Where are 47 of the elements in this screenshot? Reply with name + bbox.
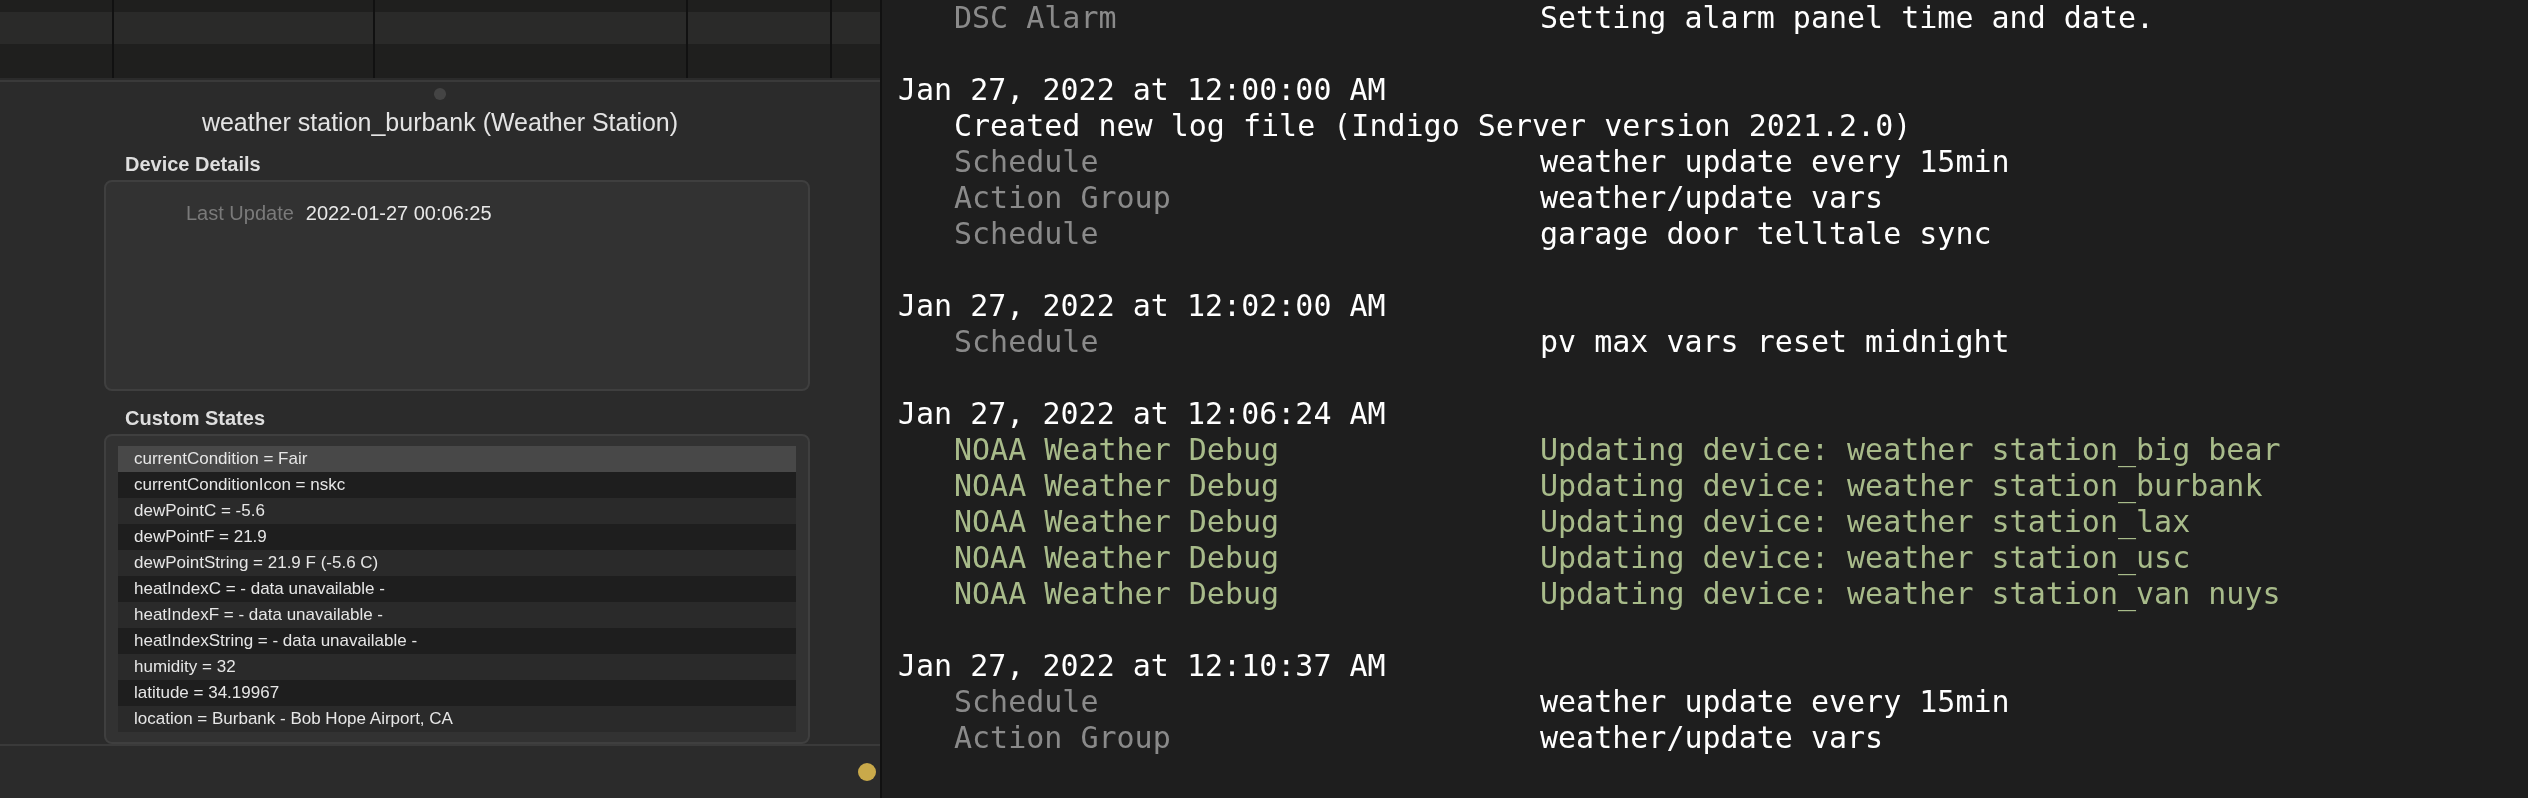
log-timestamp: Jan 27, 2022 at 12:00:00 AM xyxy=(898,72,1387,108)
log-message: weather update every 15min xyxy=(1540,684,2010,720)
log-source: Action Group xyxy=(954,720,1172,756)
state-row[interactable]: dewPointF = 21.9 xyxy=(118,524,796,550)
log-message: Updating device: weather station_big bear xyxy=(1540,432,2281,468)
state-row[interactable]: heatIndexF = - data unavailable - xyxy=(118,602,796,628)
field-label: Last Update xyxy=(186,201,294,225)
state-row[interactable]: heatIndexC = - data unavailable - xyxy=(118,576,796,602)
state-row[interactable]: location = Burbank - Bob Hope Airport, CA xyxy=(118,706,796,732)
state-row[interactable]: humidity = 32 xyxy=(118,654,796,680)
log-message: Updating device: weather station_van nuys xyxy=(1540,576,2281,612)
log-source: NOAA Weather Debug xyxy=(954,504,1281,540)
log-message: Setting alarm panel time and date. xyxy=(1540,0,2155,36)
state-row[interactable]: heatIndexString = - data unavailable - xyxy=(118,628,796,654)
section-heading: Custom States xyxy=(125,407,267,430)
log-message: Updating device: weather station_usc xyxy=(1540,540,2191,576)
state-row[interactable]: dewPointC = -5.6 xyxy=(118,498,796,524)
log-message: Created new log file (Indigo Server version 2021.2.0) xyxy=(954,108,1912,144)
log-source: NOAA Weather Debug xyxy=(954,432,1281,468)
splitter-handle[interactable] xyxy=(434,88,446,100)
log-timestamp: Jan 27, 2022 at 12:10:37 AM xyxy=(898,648,1387,684)
log-timestamp: Jan 27, 2022 at 12:02:00 AM xyxy=(898,288,1387,324)
field-value: 2022-01-27 00:06:25 xyxy=(305,201,492,225)
state-row[interactable]: dewPointString = 21.9 F (-5.6 C) xyxy=(118,550,796,576)
log-message: weather/update vars xyxy=(1540,180,1884,216)
log-source: DSC Alarm xyxy=(954,0,1118,36)
log-timestamp: Jan 27, 2022 at 12:06:24 AM xyxy=(898,396,1387,432)
log-message: Updating device: weather station_burbank xyxy=(1540,468,2263,504)
state-row[interactable]: currentCondition = Fair xyxy=(118,446,796,472)
log-message: pv max vars reset midnight xyxy=(1540,324,2010,360)
log-source: Schedule xyxy=(954,684,1100,720)
log-source: Schedule xyxy=(954,144,1100,180)
section-heading: Device Details xyxy=(125,152,262,176)
log-source: Schedule xyxy=(954,216,1100,252)
log-source: NOAA Weather Debug xyxy=(954,576,1281,612)
device-title: weather station_burbank (Weather Station) xyxy=(200,107,680,137)
log-source: Schedule xyxy=(954,324,1100,360)
log-message: Updating device: weather station_lax xyxy=(1540,504,2191,540)
state-row[interactable]: latitude = 34.19967 xyxy=(118,680,796,706)
log-source: Action Group xyxy=(954,180,1172,216)
log-message: garage door telltale sync xyxy=(1540,216,1992,252)
log-source: NOAA Weather Debug xyxy=(954,540,1281,576)
log-message: weather update every 15min xyxy=(1540,144,2010,180)
log-message: weather/update vars xyxy=(1540,720,1884,756)
status-icon xyxy=(858,763,876,781)
log-source: NOAA Weather Debug xyxy=(954,468,1281,504)
state-row[interactable]: currentConditionIcon = nskc xyxy=(118,472,796,498)
